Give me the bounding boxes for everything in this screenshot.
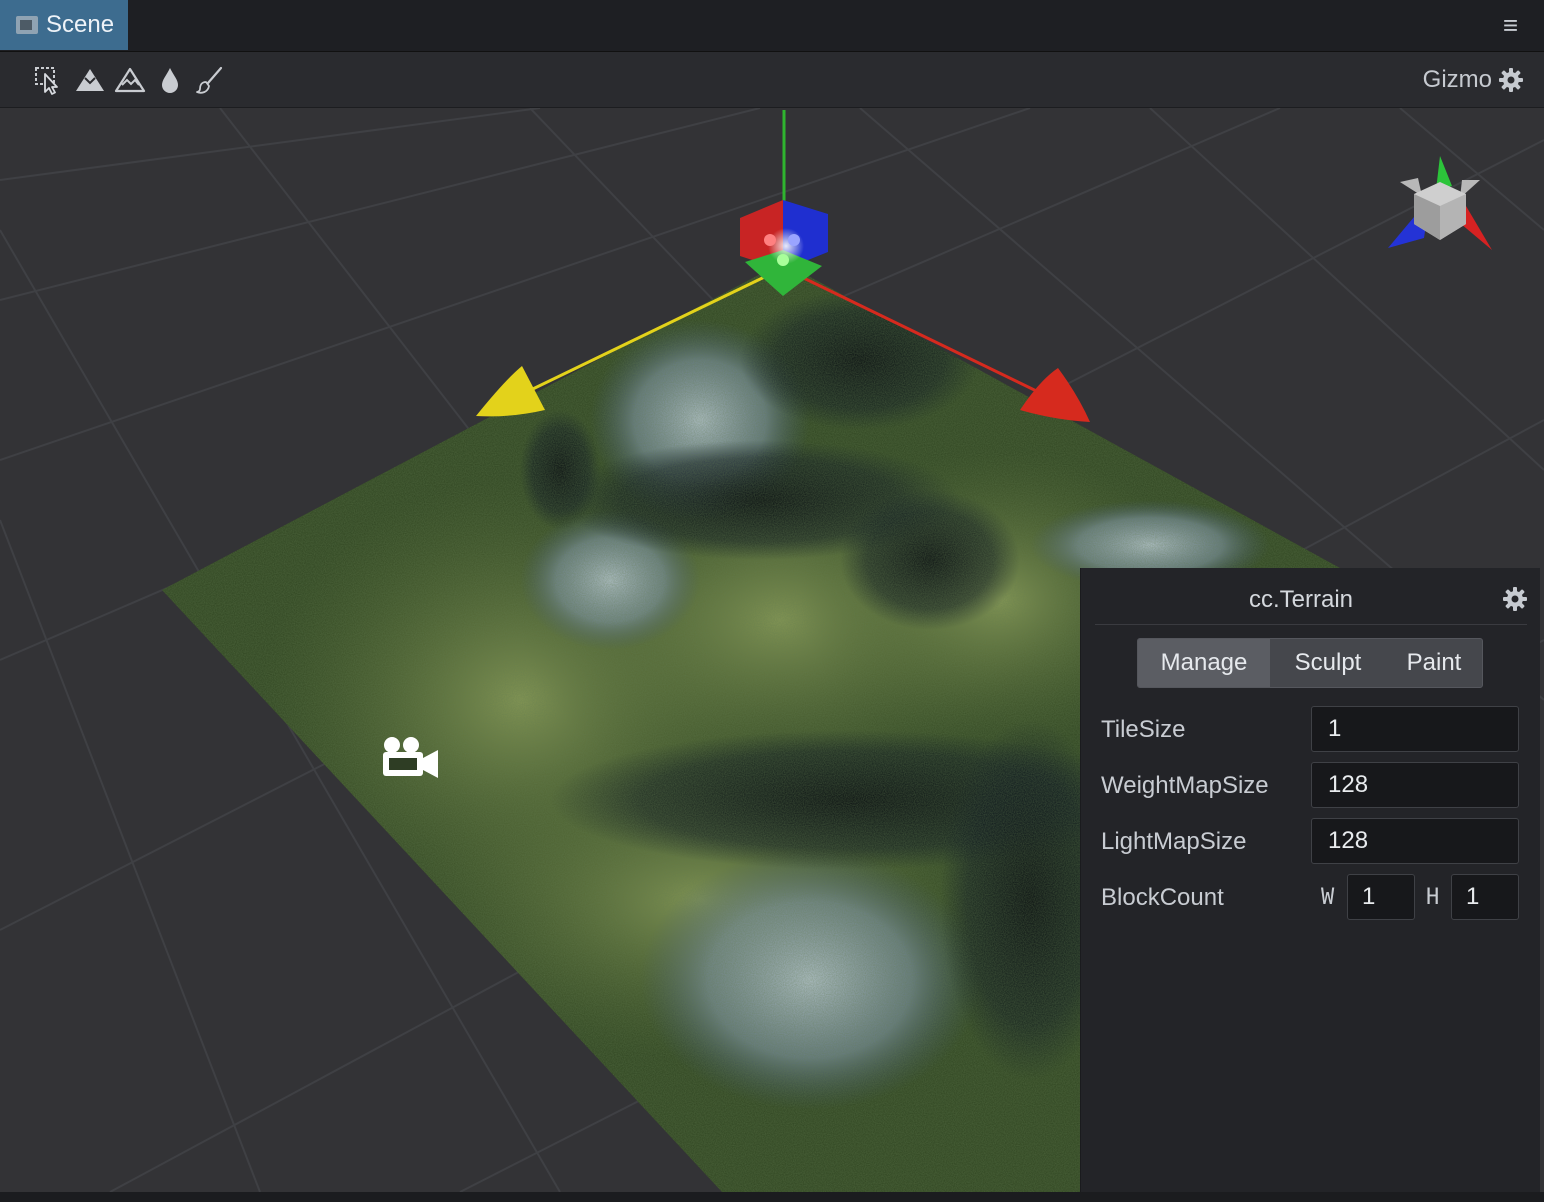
block-count-h-input[interactable]: [1451, 874, 1519, 920]
tab-bar: Scene ≡: [0, 0, 1544, 52]
gizmo-label: Gizmo: [1422, 66, 1492, 93]
weight-map-size-label: WeightMapSize: [1101, 772, 1269, 799]
light-map-size-input[interactable]: [1311, 818, 1519, 864]
tab-scene-label: Scene: [46, 11, 115, 38]
tab-scene[interactable]: Scene: [0, 0, 128, 50]
paint-brush-icon[interactable]: [194, 64, 226, 96]
panel-divider: [1095, 624, 1527, 625]
axis-yellow-cone: [476, 366, 545, 417]
block-count-h-label: H: [1426, 885, 1440, 910]
block-count-label: BlockCount: [1101, 884, 1224, 911]
panel-title: cc.Terrain: [1248, 586, 1354, 613]
block-count-w-label: W: [1321, 885, 1335, 910]
tile-size-label: TileSize: [1101, 716, 1186, 743]
gizmo-button[interactable]: Gizmo: [1423, 64, 1524, 96]
tab-manage[interactable]: Manage: [1138, 639, 1270, 687]
raise-terrain-icon[interactable]: [74, 64, 106, 96]
light-map-size-label: LightMapSize: [1101, 828, 1247, 855]
select-icon[interactable]: [32, 64, 64, 96]
water-drop-icon[interactable]: [154, 64, 186, 96]
bottom-bar: [0, 1192, 1544, 1202]
scene-icon: [16, 16, 38, 34]
tab-sculpt[interactable]: Sculpt: [1270, 639, 1386, 687]
block-count-w-input[interactable]: [1347, 874, 1415, 920]
hamburger-menu-icon[interactable]: ≡: [1503, 12, 1518, 38]
scene-toolbar: Gizmo: [0, 52, 1544, 108]
terrain-panel: cc.Terrain Manage Sculpt Paint TileSize …: [1080, 568, 1540, 1192]
weight-map-size-input[interactable]: [1311, 762, 1519, 808]
gear-icon: [1499, 68, 1523, 92]
tab-paint[interactable]: Paint: [1386, 639, 1482, 687]
smooth-terrain-icon[interactable]: [114, 64, 146, 96]
tile-size-input[interactable]: [1311, 706, 1519, 752]
orientation-gizmo-icon: [1388, 156, 1492, 250]
panel-settings-gear-icon[interactable]: [1502, 586, 1528, 612]
terrain-mode-tabs: Manage Sculpt Paint: [1137, 638, 1483, 688]
